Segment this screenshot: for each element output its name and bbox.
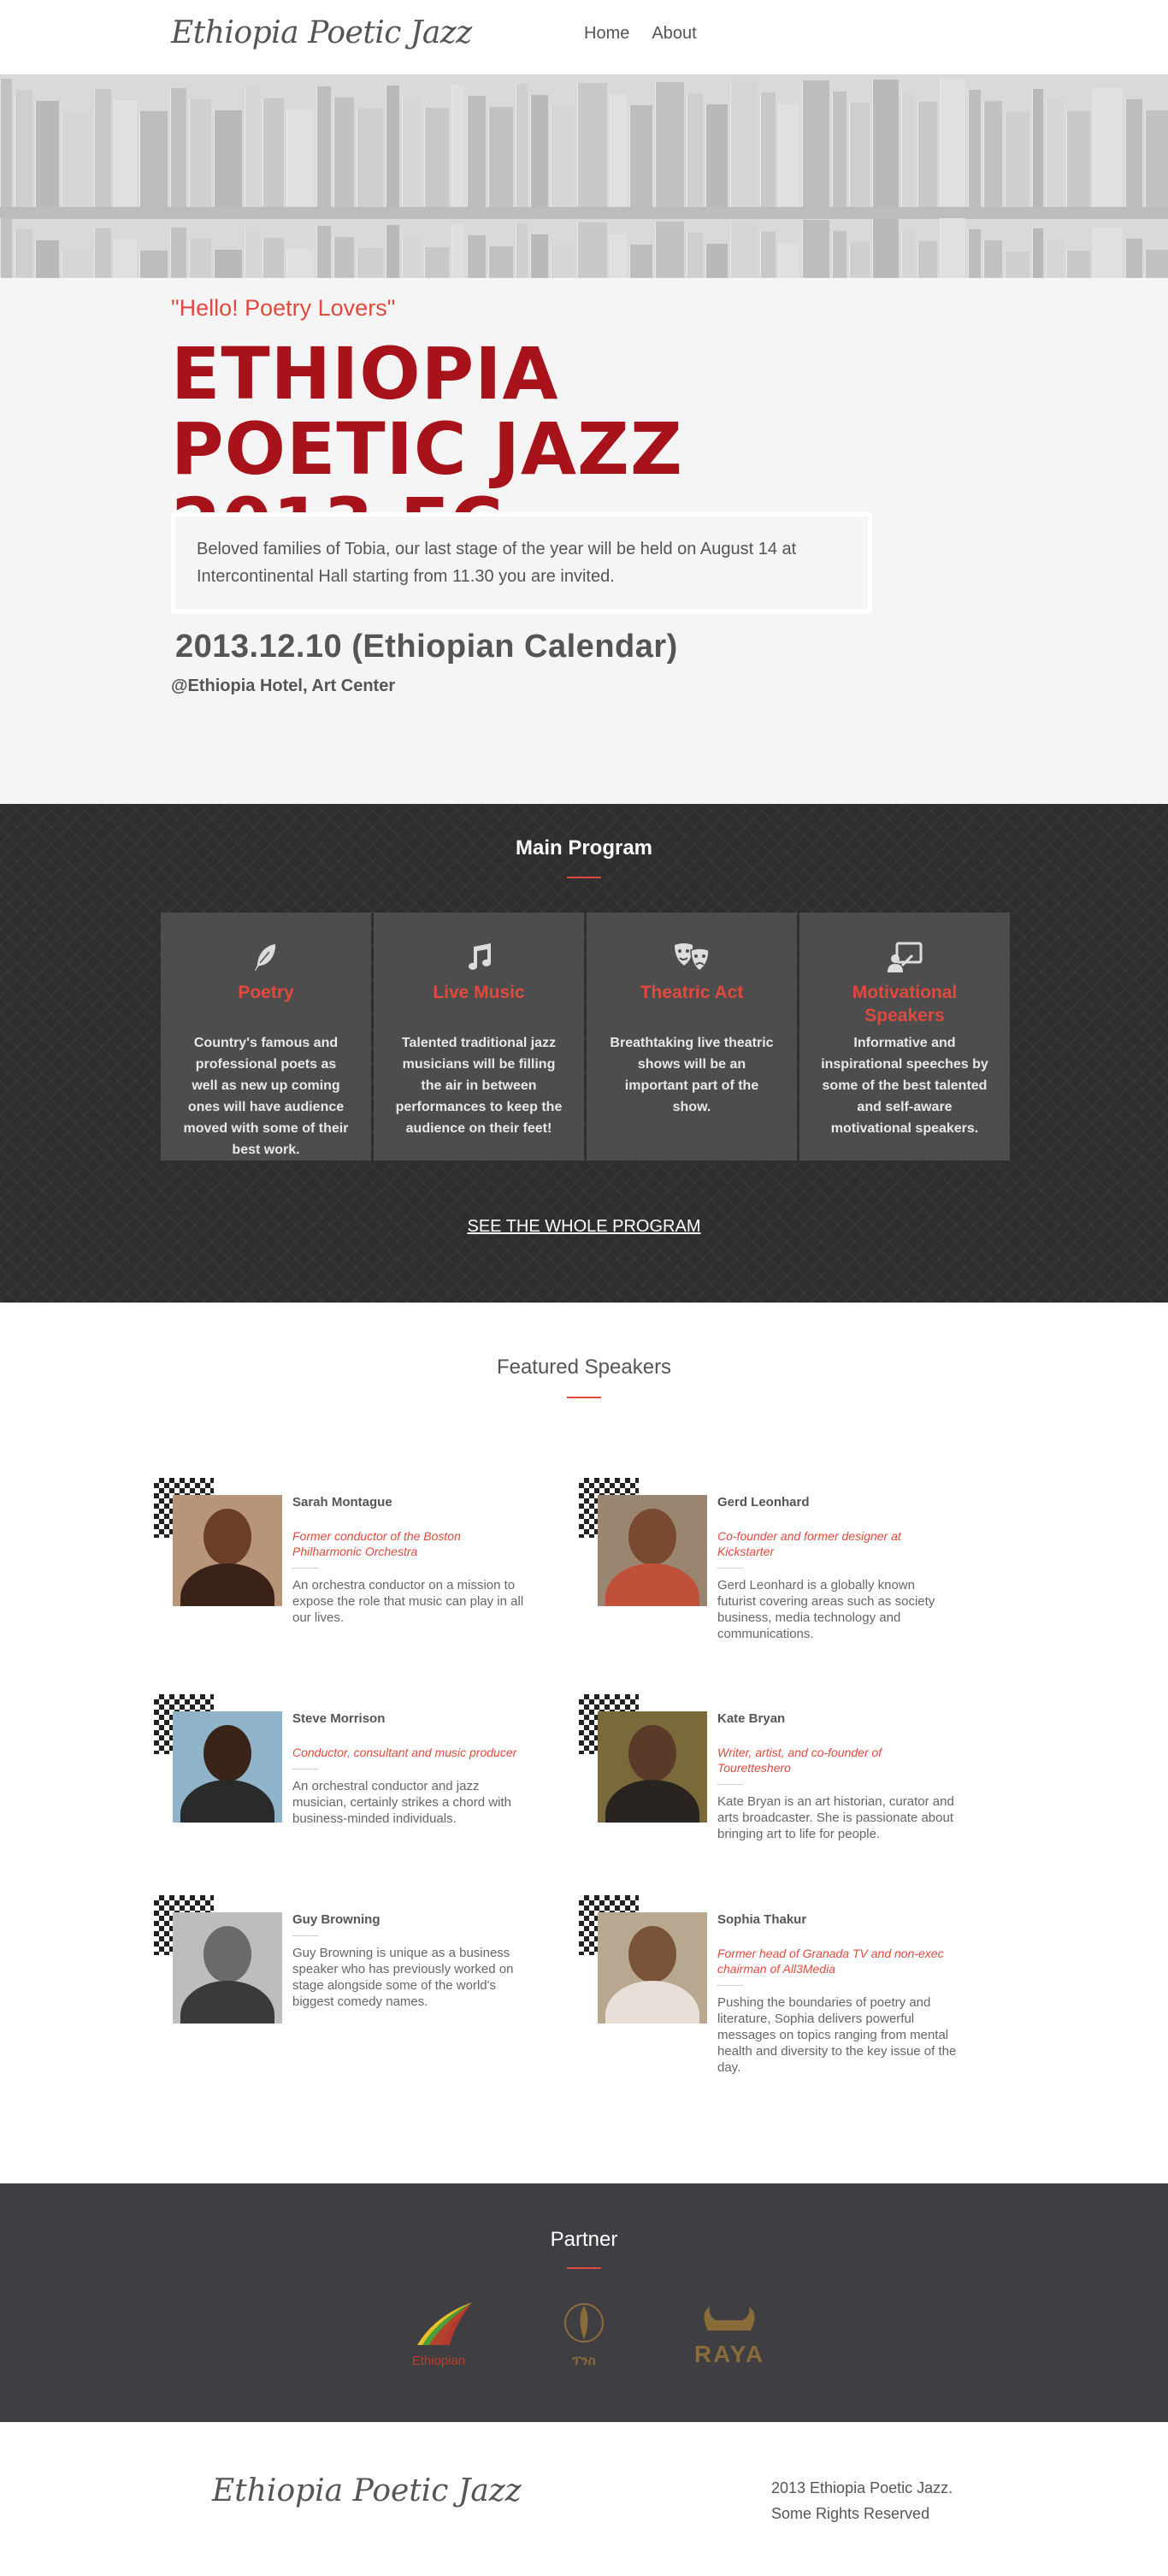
card-title: Live Music xyxy=(433,983,525,1002)
speaker-bio: An orchestra conductor on a mission to e… xyxy=(292,1578,524,1625)
footer-copyright: 2013 Ethiopia Poetic Jazz. Some Rights R… xyxy=(771,2479,953,2522)
title-underline xyxy=(567,877,601,878)
hero-greeting: "Hello! Poetry Lovers" xyxy=(171,295,396,321)
speaker-bio: Gerd Leonhard is a globally known futuri… xyxy=(717,1578,935,1641)
speaker-bio: Kate Bryan is an art historian, curator … xyxy=(717,1794,954,1841)
raya-coffee-logo[interactable]: RAYA xyxy=(691,2305,768,2368)
speaker-role: Conductor, consultant and music producer xyxy=(292,1746,517,1759)
speaker-name: Kate Bryan xyxy=(717,1711,786,1726)
program-card-theatric-act: Theatric Act Breathtaking live theatric … xyxy=(587,913,797,1161)
speaker-name: Sophia Thakur xyxy=(717,1912,807,1927)
card-text: Talented traditional jazz musicians will… xyxy=(395,1036,563,1136)
see-whole-program-link[interactable]: SEE THE WHOLE PROGRAM xyxy=(467,1217,700,1236)
title-underline xyxy=(567,2267,601,2269)
program-card-motivational-speakers: Motivational Speakers Informative and in… xyxy=(799,913,1010,1161)
top-navbar: Ethiopia Poetic Jazz Home About xyxy=(0,0,1168,74)
feather-icon xyxy=(161,938,371,976)
speakers-title: Featured Speakers xyxy=(496,1356,672,1379)
event-date: 2013.12.10 (Ethiopian Calendar) xyxy=(175,629,678,665)
speaker-photo xyxy=(173,1912,282,2024)
program-card-live-music: Live Music Talented traditional jazz mus… xyxy=(374,913,584,1161)
feather-quill-logo[interactable]: ፕንስ xyxy=(563,2299,605,2368)
partner-logos: Ethiopian ፕንስ RAYA xyxy=(0,2299,1168,2368)
card-text: Country's famous and professional poets … xyxy=(183,1036,349,1157)
featured-speakers-section: Featured Speakers Sarah Montague Former … xyxy=(0,1303,1168,2183)
speaker-role: Former head of Granada TV and non-exec c… xyxy=(717,1947,944,1976)
see-program-container: SEE THE WHOLE PROGRAM xyxy=(0,1217,1168,1237)
presenter-icon xyxy=(799,938,1010,976)
speaker-photo xyxy=(598,1912,707,2024)
card-title: Theatric Act xyxy=(640,983,744,1002)
theater-masks-icon xyxy=(587,938,797,976)
card-text: Informative and inspirational speeches b… xyxy=(821,1036,988,1136)
event-venue: @Ethiopia Hotel, Art Center xyxy=(171,676,396,695)
music-note-icon xyxy=(374,938,584,976)
speaker-name: Gerd Leonhard xyxy=(717,1495,810,1510)
speaker-bio: Guy Browning is unique as a business spe… xyxy=(292,1946,514,2009)
speaker-photo xyxy=(173,1495,282,1606)
speaker-photo xyxy=(598,1495,707,1606)
main-program-section: Main Program Poetry Country's famous and… xyxy=(0,804,1168,1303)
hero-section: "Hello! Poetry Lovers" ETHIOPIA POETIC J… xyxy=(0,278,1168,804)
nav-link-about[interactable]: About xyxy=(652,24,696,44)
speaker-name: Steve Morrison xyxy=(292,1711,386,1726)
program-card-poetry: Poetry Country's famous and professional… xyxy=(161,913,371,1161)
speaker-name: Sarah Montague xyxy=(292,1495,392,1510)
speaker-bio: Pushing the boundaries of poetry and lit… xyxy=(717,1995,957,2075)
card-text: Breathtaking live theatric shows will be… xyxy=(610,1036,774,1114)
speaker-role: Co-founder and former designer at Kickst… xyxy=(717,1529,901,1558)
card-title: Motivational Speakers xyxy=(852,983,958,1025)
program-title: Main Program xyxy=(515,836,653,860)
title-underline xyxy=(567,1397,601,1398)
ethiopian-airlines-logo[interactable]: Ethiopian xyxy=(400,2299,477,2368)
invitation-box: Beloved families of Tobia, our last stag… xyxy=(171,512,872,613)
speaker-photo xyxy=(598,1711,707,1823)
program-cards: Poetry Country's famous and professional… xyxy=(161,913,1010,1161)
nav-links: Home About xyxy=(584,24,697,44)
footer-logo[interactable]: Ethiopia Poetic Jazz xyxy=(212,2473,522,2508)
footer: Ethiopia Poetic Jazz 2013 Ethiopia Poeti… xyxy=(0,2422,1168,2570)
partner-section: Partner Ethiopian ፕንስ RAYA xyxy=(0,2183,1168,2422)
speaker-name: Guy Browning xyxy=(292,1912,380,1927)
bookshelf-banner-image xyxy=(0,74,1168,278)
speaker-role: Former conductor of the Boston Philharmo… xyxy=(292,1529,461,1558)
speaker-role: Writer, artist, and co-founder of Touret… xyxy=(717,1746,882,1775)
partner-title: Partner xyxy=(550,2228,618,2251)
card-title: Poetry xyxy=(238,983,294,1002)
nav-link-home[interactable]: Home xyxy=(584,24,629,44)
speaker-bio: An orchestral conductor and jazz musicia… xyxy=(292,1779,511,1826)
speaker-photo xyxy=(173,1711,282,1823)
site-logo[interactable]: Ethiopia Poetic Jazz xyxy=(171,15,472,50)
